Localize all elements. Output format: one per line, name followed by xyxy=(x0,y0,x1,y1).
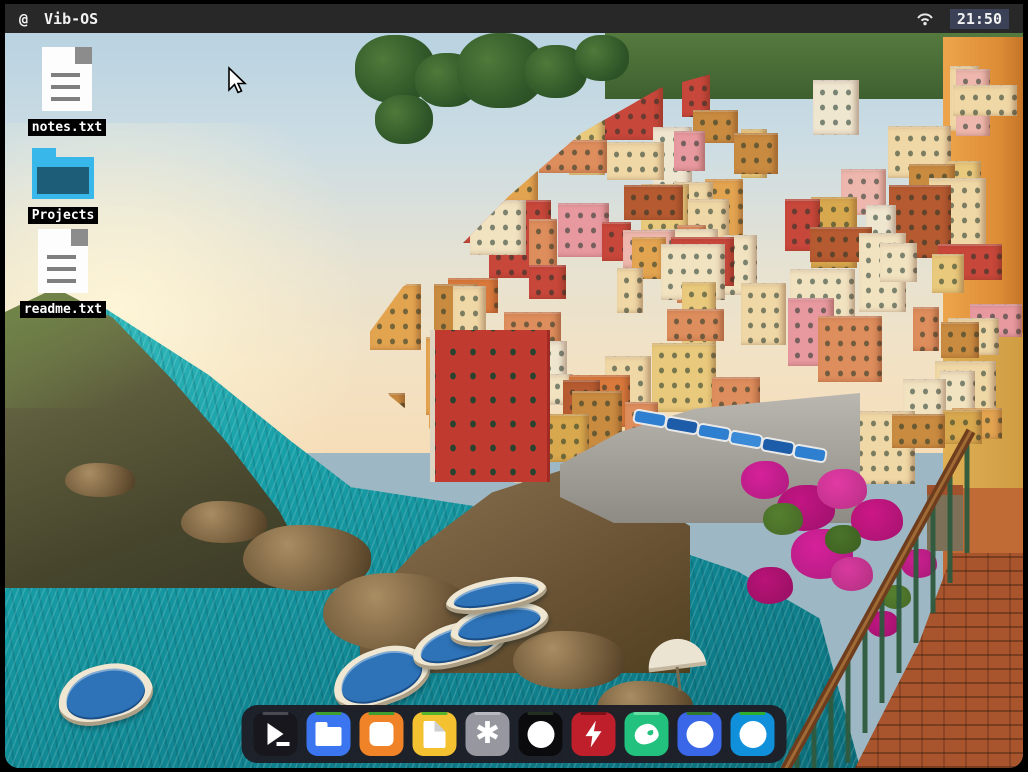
files-icon xyxy=(315,721,342,746)
app-blue-icon xyxy=(686,720,713,748)
dock-item-power[interactable] xyxy=(571,712,616,756)
desktop-icon-notes-txt[interactable]: notes.txt xyxy=(21,47,113,136)
tree xyxy=(575,35,629,81)
document-icon xyxy=(42,47,92,111)
desktop-icon-label: readme.txt xyxy=(19,301,107,318)
app-tile xyxy=(677,712,722,756)
running-indicator xyxy=(580,712,607,715)
village-house xyxy=(607,142,664,181)
wallpaper-railing xyxy=(780,428,976,768)
village-house xyxy=(667,309,725,341)
app-tile xyxy=(571,712,616,756)
dock xyxy=(241,705,787,763)
desktop-icon-label: notes.txt xyxy=(27,119,107,136)
terminal-icon xyxy=(267,723,290,746)
running-indicator xyxy=(368,712,395,715)
desktop-icon-Projects[interactable]: Projects xyxy=(17,143,109,224)
tree xyxy=(375,95,433,145)
media-icon xyxy=(527,720,554,748)
village-house xyxy=(812,79,860,136)
os-name-menu[interactable]: Vib-OS xyxy=(44,10,98,28)
village-house xyxy=(558,203,609,258)
village-house xyxy=(528,264,566,300)
running-indicator xyxy=(421,712,448,715)
dock-item-files[interactable] xyxy=(306,712,351,756)
power-icon xyxy=(585,720,602,748)
village-house xyxy=(941,321,980,359)
dock-item-settings[interactable] xyxy=(465,712,510,756)
app-tile xyxy=(306,712,351,756)
running-indicator xyxy=(474,712,501,715)
dock-item-media[interactable] xyxy=(518,712,563,756)
chat-icon xyxy=(632,722,661,746)
app-orange-icon xyxy=(369,722,394,746)
app-tile xyxy=(465,712,510,756)
app-tile xyxy=(253,712,298,756)
village-house xyxy=(952,85,1018,116)
village-house xyxy=(733,133,779,174)
dock-item-text-editor[interactable] xyxy=(412,712,457,756)
app-tile xyxy=(359,712,404,756)
document-icon xyxy=(38,229,88,293)
desktop: notes.txt Projects readme.txt xyxy=(5,33,1023,768)
running-indicator xyxy=(527,712,554,715)
village-house xyxy=(623,184,683,220)
running-indicator xyxy=(686,712,713,715)
text-editor-icon xyxy=(423,720,446,748)
app-tile xyxy=(412,712,457,756)
settings-icon xyxy=(475,719,500,749)
rock xyxy=(181,501,267,543)
village-house xyxy=(880,243,917,282)
rock xyxy=(65,463,135,497)
rock xyxy=(513,631,625,689)
os-menu-icon[interactable]: @ xyxy=(19,10,28,28)
app-tile xyxy=(518,712,563,756)
dock-item-app-blue[interactable] xyxy=(677,712,722,756)
village-house xyxy=(912,307,940,352)
dock-item-terminal[interactable] xyxy=(253,712,298,756)
village-house xyxy=(817,316,882,382)
wallpaper-red-house xyxy=(430,330,550,482)
village-house xyxy=(674,130,705,172)
wifi-icon[interactable] xyxy=(916,11,934,26)
app-tile xyxy=(730,712,775,756)
village-house xyxy=(651,342,717,412)
menu-bar: @ Vib-OS 21:50 xyxy=(5,4,1023,33)
folder-icon xyxy=(32,148,94,199)
dock-item-app-azure[interactable] xyxy=(730,712,775,756)
clock[interactable]: 21:50 xyxy=(949,8,1009,29)
running-indicator xyxy=(315,712,342,715)
running-indicator xyxy=(262,712,289,715)
village-house xyxy=(740,283,786,346)
dock-item-chat[interactable] xyxy=(624,712,669,756)
screen: @ Vib-OS 21:50 notes.txt Projects readme… xyxy=(5,4,1023,768)
desktop-icon-label: Projects xyxy=(27,207,99,224)
app-azure-icon xyxy=(739,720,766,748)
village-house xyxy=(932,253,964,293)
desktop-icon-readme-txt[interactable]: readme.txt xyxy=(17,229,109,318)
running-indicator xyxy=(633,712,660,715)
dock-item-app-orange[interactable] xyxy=(359,712,404,756)
app-tile xyxy=(624,712,669,756)
running-indicator xyxy=(739,712,766,715)
village-house xyxy=(616,267,644,313)
